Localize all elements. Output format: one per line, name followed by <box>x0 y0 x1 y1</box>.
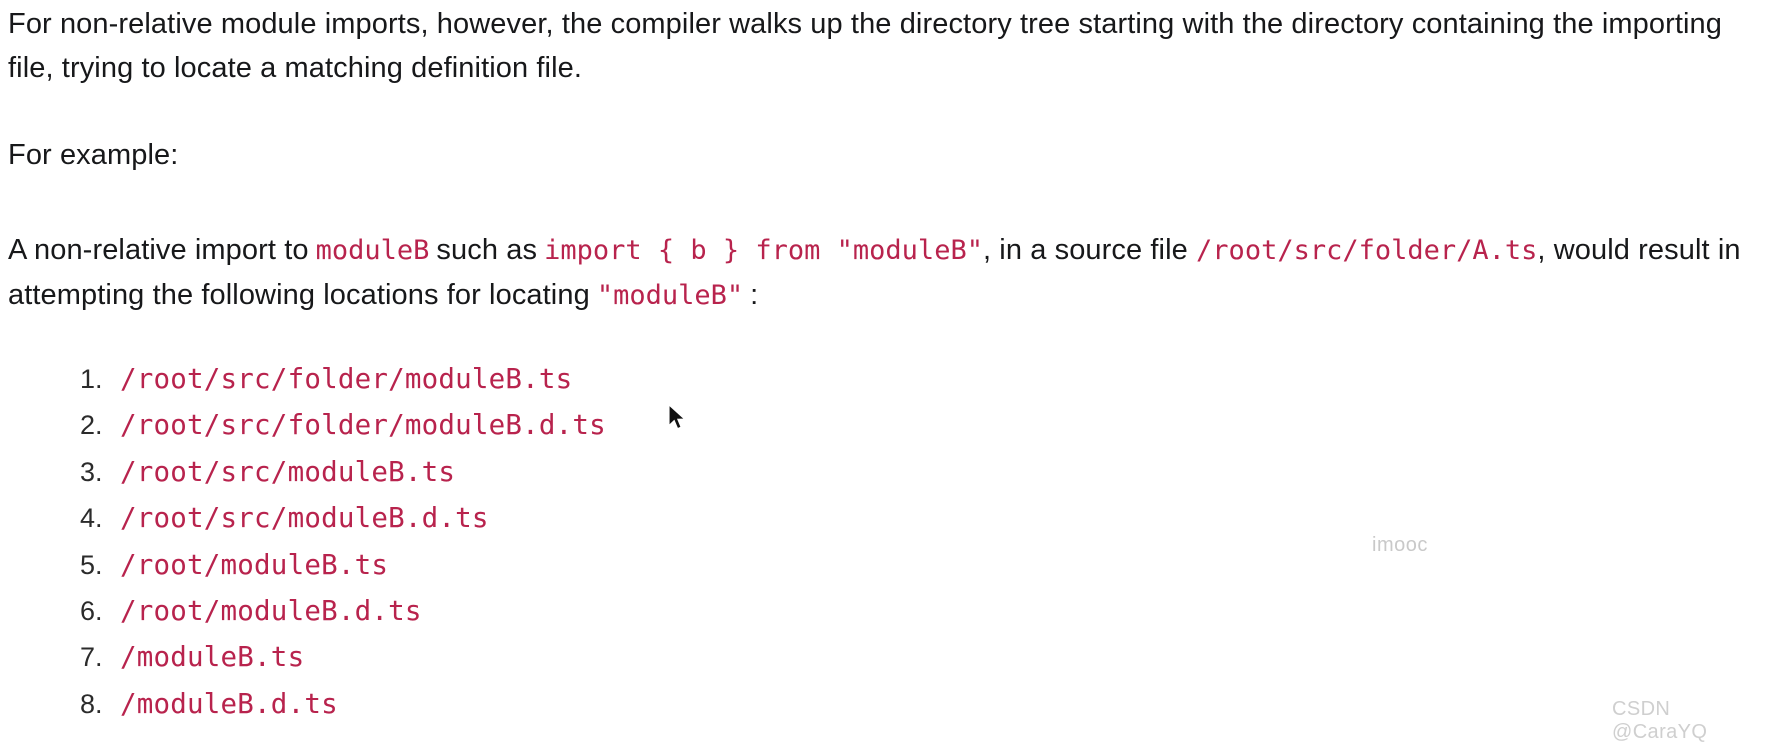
document-page: For non-relative module imports, however… <box>0 0 1767 743</box>
list-item: /moduleB.d.ts <box>110 681 606 727</box>
imooc-watermark: imooc <box>1372 534 1428 556</box>
inline-code-source-file-path: /root/src/folder/A.ts <box>1196 235 1538 266</box>
list-item: /root/src/folder/moduleB.d.ts <box>110 402 606 448</box>
location-path: /root/src/moduleB.d.ts <box>120 502 489 535</box>
example-text-segment-2: such as <box>436 234 538 266</box>
module-resolution-location-list: /root/src/folder/moduleB.ts /root/src/fo… <box>62 356 606 727</box>
list-item: /root/moduleB.d.ts <box>110 588 606 634</box>
list-item: /root/src/moduleB.ts <box>110 449 606 495</box>
example-text-segment-5: : <box>750 279 759 311</box>
list-item: /moduleB.ts <box>110 634 606 680</box>
location-path: /root/src/folder/moduleB.ts <box>120 363 573 395</box>
list-item: /root/src/moduleB.d.ts <box>110 495 606 541</box>
location-path: /root/moduleB.ts <box>120 548 389 581</box>
csdn-attribution-watermark: CSDN @CaraYQ <box>1612 698 1708 743</box>
location-path: /root/src/folder/moduleB.d.ts <box>120 409 606 442</box>
example-body-paragraph: A non-relative import to moduleB such as im… <box>8 228 1760 318</box>
inline-code-moduleb: moduleB <box>315 235 430 266</box>
example-lead-paragraph: For example: <box>8 139 179 171</box>
location-path: /moduleB.ts <box>120 641 305 674</box>
example-text-segment-3: , in a source file <box>982 234 1188 266</box>
inline-code-moduleb-quoted: "moduleB" <box>596 280 744 311</box>
example-text-segment-1: A non-relative import to <box>8 234 309 266</box>
list-item: /root/moduleB.ts <box>110 542 606 588</box>
location-path: /root/src/moduleB.ts <box>120 455 456 488</box>
location-path: /moduleB.d.ts <box>120 687 338 720</box>
mouse-cursor-icon <box>668 404 686 430</box>
inline-code-import-statement: import { b } from "moduleB" <box>544 235 983 266</box>
intro-paragraph: For non-relative module imports, however… <box>8 8 1723 84</box>
list-item: /root/src/folder/moduleB.ts <box>110 356 606 402</box>
location-path: /root/moduleB.d.ts <box>120 595 422 628</box>
